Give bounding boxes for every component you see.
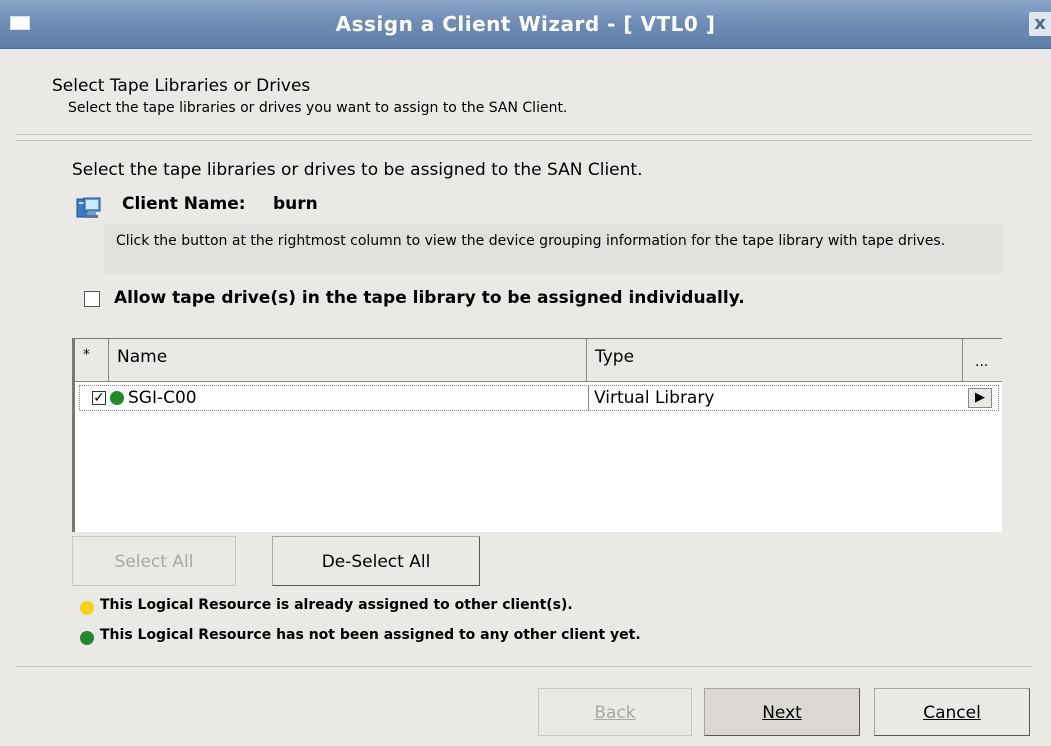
allow-individual-label[interactable]: Allow tape drive(s) in the tape library … [114,288,745,308]
expand-arrow-icon[interactable]: ▶ [968,388,992,408]
row-type: Virtual Library [594,388,715,408]
yellow-dot-icon [80,601,94,615]
table-header: * Name Type ... [75,339,1002,382]
select-all-button[interactable]: Select All [72,536,236,586]
close-icon[interactable]: x [1029,12,1051,36]
legend-text-unassigned: This Logical Resource has not been assig… [100,627,641,643]
client-name-value: burn [273,194,318,214]
status-dot-icon [110,391,124,405]
wizard-header: Select Tape Libraries or Drives Select t… [16,62,1033,135]
column-header-more[interactable]: ... [963,339,1002,381]
device-table: * Name Type ... ✓ SGI-C00 Virtual Librar… [72,338,1002,532]
hint-text: Click the button at the rightmost column… [116,233,946,249]
next-button[interactable]: Next [704,688,860,736]
cancel-button[interactable]: Cancel [874,688,1030,736]
column-divider [588,386,589,410]
footer-divider [16,666,1033,667]
client-name-label: Client Name: [122,194,246,214]
column-header-select[interactable]: * [75,339,109,381]
back-button[interactable]: Back [538,688,692,736]
next-button-label: Next [762,703,802,723]
deselect-all-button[interactable]: De-Select All [272,536,480,586]
cancel-button-label: Cancel [923,703,981,723]
allow-individual-checkbox[interactable] [84,291,100,307]
row-checkbox[interactable]: ✓ [92,391,106,405]
legend-text-assigned: This Logical Resource is already assigne… [100,597,573,613]
window-title: Assign a Client Wizard - [ VTL0 ] [335,12,716,36]
wizard-window: Assign a Client Wizard - [ VTL0 ] x Sele… [0,0,1051,746]
table-row[interactable]: ✓ SGI-C00 Virtual Library ▶ [79,385,999,411]
column-header-name[interactable]: Name [109,339,587,381]
header-divider [16,140,1033,141]
step-title: Select Tape Libraries or Drives [52,76,311,96]
hint-panel: Click the button at the rightmost column… [104,224,1002,274]
computer-icon [76,197,101,218]
row-name: SGI-C00 [128,388,197,408]
column-header-type[interactable]: Type [587,339,963,381]
title-bar: Assign a Client Wizard - [ VTL0 ] x [0,0,1051,49]
green-dot-icon [80,631,94,645]
instruction-text: Select the tape libraries or drives to b… [72,160,643,180]
back-button-label: Back [594,703,636,723]
step-subtitle: Select the tape libraries or drives you … [68,100,568,116]
